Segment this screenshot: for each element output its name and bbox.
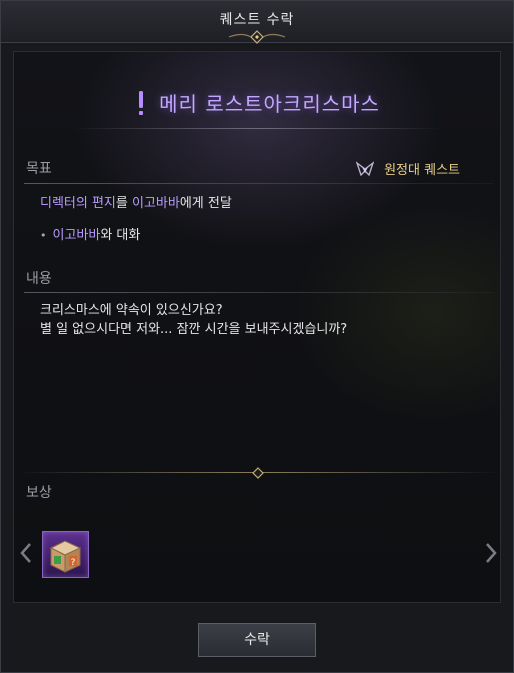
- quest-type-label: 원정대 퀘스트: [384, 163, 460, 178]
- exclamation-icon: [139, 90, 144, 115]
- mystery-box-icon: ?: [49, 540, 82, 573]
- bullet-icon: •: [40, 229, 47, 242]
- quest-panel: 메리 로스트아크리스마스 목표 원정대 퀘스트 디렉터의 편지를 이고바바에게 …: [13, 51, 501, 603]
- reward-label: 보상: [26, 485, 52, 501]
- objective-divider: [24, 183, 494, 184]
- objective-particle: 를: [115, 196, 132, 211]
- window-title: 퀘스트 수락: [219, 12, 295, 28]
- quest-description: 크리스마스에 약속이 있으신가요? 별 일 없으시다면 저와... 잠깐 시간을…: [40, 301, 347, 339]
- svg-text:?: ?: [71, 558, 76, 568]
- sub-objective-suffix: 와 대화: [100, 228, 141, 243]
- objective-item: 디렉터의 편지: [40, 196, 116, 211]
- description-line: 별 일 없으시다면 저와... 잠깐 시간을 보내주시겠습니까?: [40, 322, 348, 337]
- expedition-icon: [355, 160, 374, 176]
- content-label: 내용: [26, 271, 52, 287]
- objective-label: 목표: [26, 161, 52, 177]
- objective-main: 디렉터의 편지를 이고바바에게 전달: [40, 192, 232, 211]
- content-divider: [24, 292, 494, 293]
- quest-accept-window: 퀘스트 수락 메리 로스트아크리스마스 목표 원정대 퀘스트 디렉터의 편지를 …: [0, 0, 514, 673]
- sub-objective: • 이고바바와 대화: [40, 224, 140, 243]
- diamond-icon: [252, 467, 264, 479]
- ornament-icon: [228, 30, 286, 44]
- chevron-right-icon[interactable]: [482, 541, 500, 565]
- sub-objective-target: 이고바바: [52, 228, 101, 243]
- title-bar[interactable]: 퀘스트 수락: [1, 1, 513, 44]
- quest-type-badge: 원정대 퀘스트: [355, 159, 460, 179]
- objective-target: 이고바바: [132, 196, 180, 211]
- accept-button[interactable]: 수락: [198, 623, 316, 657]
- chevron-left-icon[interactable]: [17, 541, 35, 565]
- quest-title-row: 메리 로스트아크리스마스: [14, 88, 502, 122]
- description-line: 크리스마스에 약속이 있으신가요?: [40, 303, 223, 318]
- objective-suffix: 에게 전달: [179, 196, 232, 211]
- title-underline: [74, 128, 442, 129]
- reward-item-slot[interactable]: ?: [42, 531, 89, 578]
- quest-title: 메리 로스트아크리스마스: [159, 92, 380, 116]
